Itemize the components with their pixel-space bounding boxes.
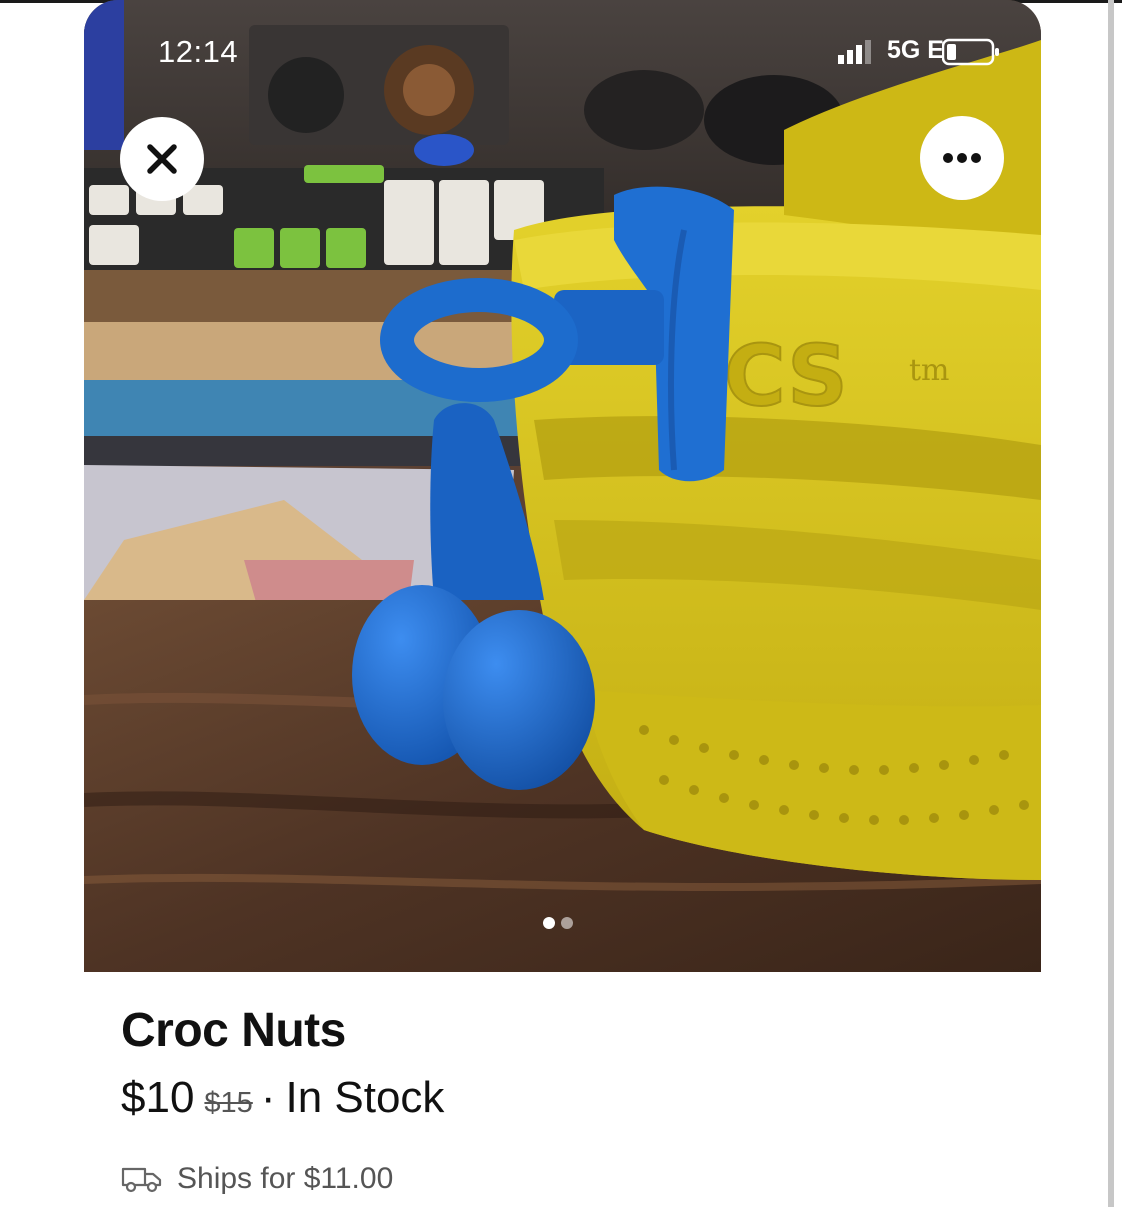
truck-icon xyxy=(121,1167,162,1193)
shipping-text: Ships for $11.00 xyxy=(177,1162,394,1195)
page-dot[interactable] xyxy=(561,917,573,929)
embossed-logo: CS xyxy=(724,327,848,425)
network-type: 5G E xyxy=(887,36,944,64)
product-photo-scene: CS tm xyxy=(84,0,1041,972)
page-dot-active[interactable] xyxy=(543,917,555,929)
more-options-button[interactable] xyxy=(920,116,1004,200)
close-icon xyxy=(147,144,177,174)
price-separator: · xyxy=(260,1073,276,1122)
photo-page-indicator[interactable] xyxy=(543,917,573,929)
embossed-trademark: tm xyxy=(909,353,950,388)
more-options-icon xyxy=(943,153,981,163)
listing-title: Croc Nuts xyxy=(121,1004,346,1057)
original-price: $15 xyxy=(204,1087,253,1119)
signal-bars-icon xyxy=(838,40,871,64)
close-button[interactable] xyxy=(120,117,204,201)
current-price: $10 xyxy=(121,1073,195,1122)
availability-status: In Stock xyxy=(285,1073,445,1122)
status-bar: 12:14 5G E xyxy=(84,0,1041,80)
scrollbar[interactable] xyxy=(1108,0,1114,1207)
price-row: $10 $15 · In Stock xyxy=(121,1073,444,1123)
status-time: 12:14 xyxy=(158,34,239,69)
battery-icon xyxy=(942,38,999,66)
shipping-info: Ships for $11.00 xyxy=(121,1162,393,1196)
listing-photo[interactable]: CS tm 12:14 5G E xyxy=(84,0,1041,972)
